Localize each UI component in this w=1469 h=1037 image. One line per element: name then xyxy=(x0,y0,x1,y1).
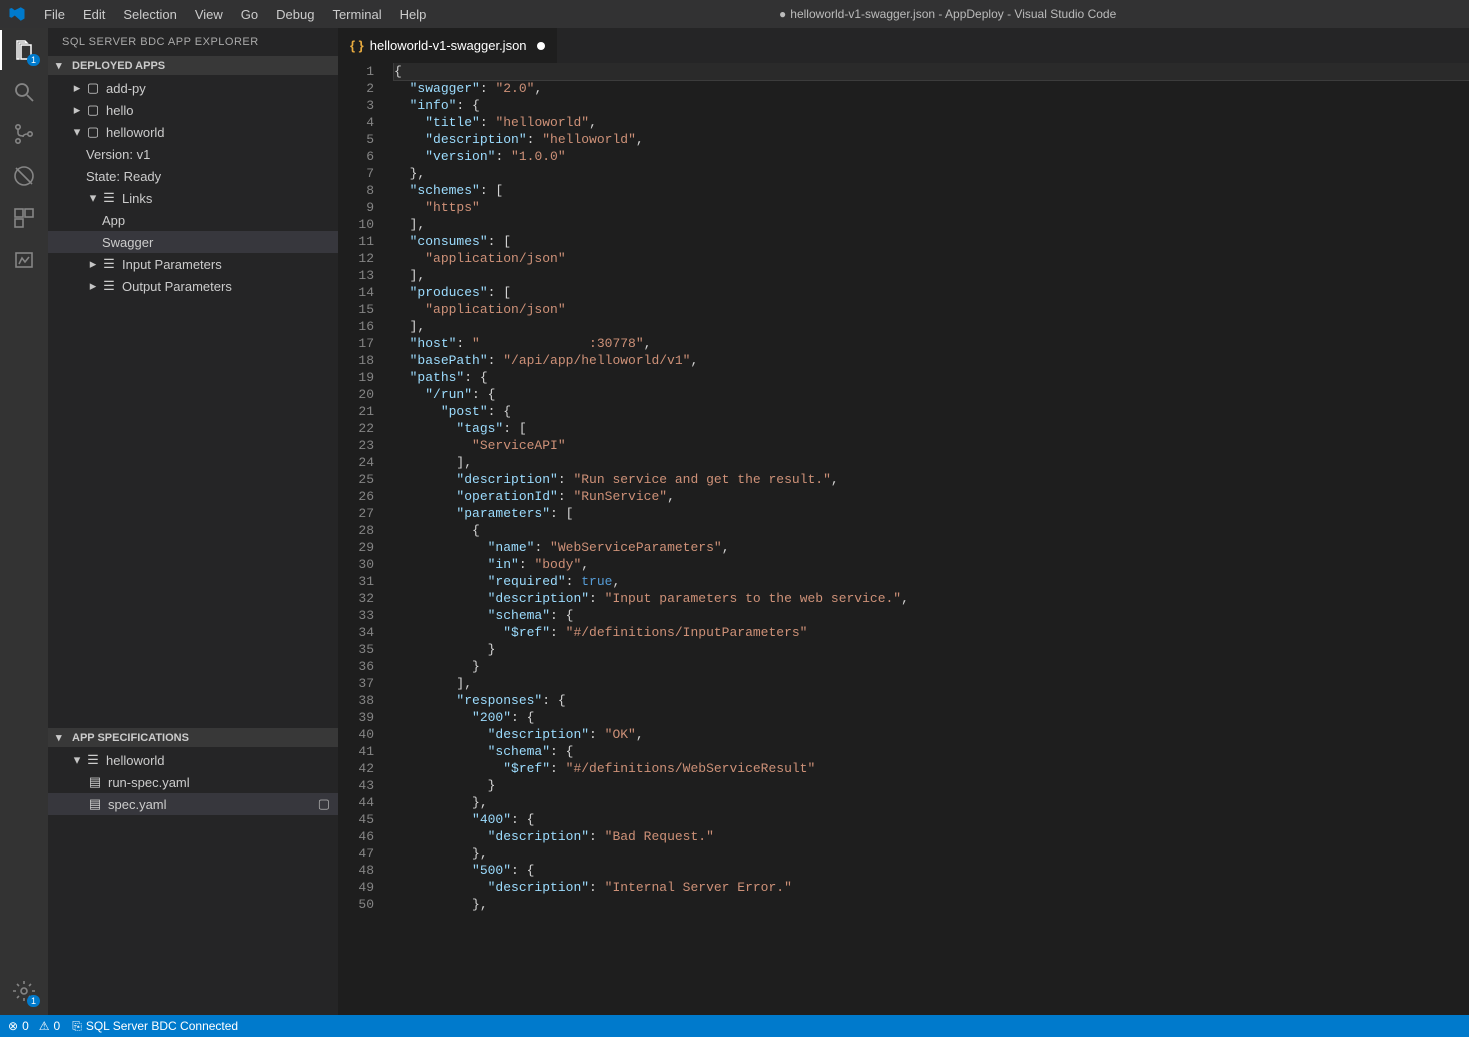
tree-item-state[interactable]: State: Ready xyxy=(48,165,338,187)
app-icon: ▢ xyxy=(84,102,102,118)
activity-explorer-icon[interactable]: 1 xyxy=(10,36,38,64)
list-icon: ☰ xyxy=(100,256,118,272)
tree-item-links[interactable]: ▾ ☰ Links xyxy=(48,187,338,209)
yaml-file-icon: ▤ xyxy=(86,796,104,812)
warning-icon: ⚠ xyxy=(39,1019,50,1033)
tree-item-link-app[interactable]: App xyxy=(48,209,338,231)
editor-area: { } helloworld-v1-swagger.json 123456789… xyxy=(338,28,1469,1015)
activity-sql-icon[interactable] xyxy=(10,246,38,274)
tab-filename: helloworld-v1-swagger.json xyxy=(370,38,527,53)
list-icon: ☰ xyxy=(100,190,118,206)
link-icon: ⎘ xyxy=(72,1019,82,1034)
activity-extensions-icon[interactable] xyxy=(10,204,38,232)
section-app-specs[interactable]: ▾ APP SPECIFICATIONS xyxy=(48,728,338,747)
status-errors[interactable]: ⊗0 ⚠0 xyxy=(8,1019,60,1033)
activity-bar: 1 1 xyxy=(0,28,48,1015)
tree-item-helloworld[interactable]: ▾ ▢ helloworld xyxy=(48,121,338,143)
chevron-right-icon: ▸ xyxy=(86,278,100,294)
chevron-down-icon: ▾ xyxy=(86,190,100,206)
status-connection[interactable]: ⎘SQL Server BDC Connected xyxy=(72,1019,238,1034)
yaml-file-icon: ▤ xyxy=(86,774,104,790)
spec-folder-helloworld[interactable]: ▾ ☰ helloworld xyxy=(48,749,338,771)
editor-tab[interactable]: { } helloworld-v1-swagger.json xyxy=(338,28,557,63)
tree-item-output-params[interactable]: ▸ ☰ Output Parameters xyxy=(48,275,338,297)
activity-scm-icon[interactable] xyxy=(10,120,38,148)
menu-terminal[interactable]: Terminal xyxy=(324,3,389,26)
activity-settings-icon[interactable]: 1 xyxy=(10,977,38,1005)
menu-selection[interactable]: Selection xyxy=(115,3,184,26)
json-file-icon: { } xyxy=(350,38,364,53)
spec-file-run[interactable]: ▤ run-spec.yaml xyxy=(48,771,338,793)
menu-edit[interactable]: Edit xyxy=(75,3,113,26)
line-gutter: 1234567891011121314151617181920212223242… xyxy=(338,63,386,1015)
sidebar-title: SQL SERVER BDC APP EXPLORER xyxy=(48,28,338,56)
tree-item-hello[interactable]: ▸ ▢ hello xyxy=(48,99,338,121)
code-editor[interactable]: 1234567891011121314151617181920212223242… xyxy=(338,63,1469,1015)
chevron-down-icon: ▾ xyxy=(56,59,68,72)
app-icon: ▢ xyxy=(84,124,102,140)
menu-go[interactable]: Go xyxy=(233,3,266,26)
window-title: ●helloworld-v1-swagger.json - AppDeploy … xyxy=(434,7,1461,21)
activity-debug-icon[interactable] xyxy=(10,162,38,190)
folder-icon: ☰ xyxy=(84,752,102,768)
chevron-down-icon: ▾ xyxy=(70,752,84,768)
modified-dot-icon xyxy=(537,42,545,50)
menu-file[interactable]: File xyxy=(36,3,73,26)
tab-bar: { } helloworld-v1-swagger.json xyxy=(338,28,1469,63)
chevron-right-icon: ▸ xyxy=(86,256,100,272)
vscode-logo-icon xyxy=(8,5,26,23)
sidebar: SQL SERVER BDC APP EXPLORER ▾ DEPLOYED A… xyxy=(48,28,338,1015)
chevron-right-icon: ▸ xyxy=(70,80,84,96)
tree-item-link-swagger[interactable]: Swagger xyxy=(48,231,338,253)
error-icon: ⊗ xyxy=(8,1019,18,1033)
tree-item-input-params[interactable]: ▸ ☰ Input Parameters xyxy=(48,253,338,275)
chevron-down-icon: ▾ xyxy=(56,731,68,744)
menu-bar: File Edit Selection View Go Debug Termin… xyxy=(36,3,434,26)
status-bar: ⊗0 ⚠0 ⎘SQL Server BDC Connected xyxy=(0,1015,1469,1037)
list-icon: ☰ xyxy=(100,278,118,294)
app-icon: ▢ xyxy=(84,80,102,96)
tree-item-add-py[interactable]: ▸ ▢ add-py xyxy=(48,77,338,99)
section-deployed-apps[interactable]: ▾ DEPLOYED APPS xyxy=(48,56,338,75)
open-file-icon[interactable]: ▢ xyxy=(318,796,330,812)
menu-help[interactable]: Help xyxy=(392,3,435,26)
settings-badge: 1 xyxy=(27,995,40,1007)
activity-search-icon[interactable] xyxy=(10,78,38,106)
code-content[interactable]: { "swagger": "2.0", "info": { "title": "… xyxy=(386,63,1469,1015)
tree-item-version[interactable]: Version: v1 xyxy=(48,143,338,165)
explorer-badge: 1 xyxy=(27,54,40,66)
chevron-right-icon: ▸ xyxy=(70,102,84,118)
menu-view[interactable]: View xyxy=(187,3,231,26)
chevron-down-icon: ▾ xyxy=(70,124,84,140)
spec-file-spec[interactable]: ▤ spec.yaml ▢ xyxy=(48,793,338,815)
titlebar: File Edit Selection View Go Debug Termin… xyxy=(0,0,1469,28)
menu-debug[interactable]: Debug xyxy=(268,3,322,26)
